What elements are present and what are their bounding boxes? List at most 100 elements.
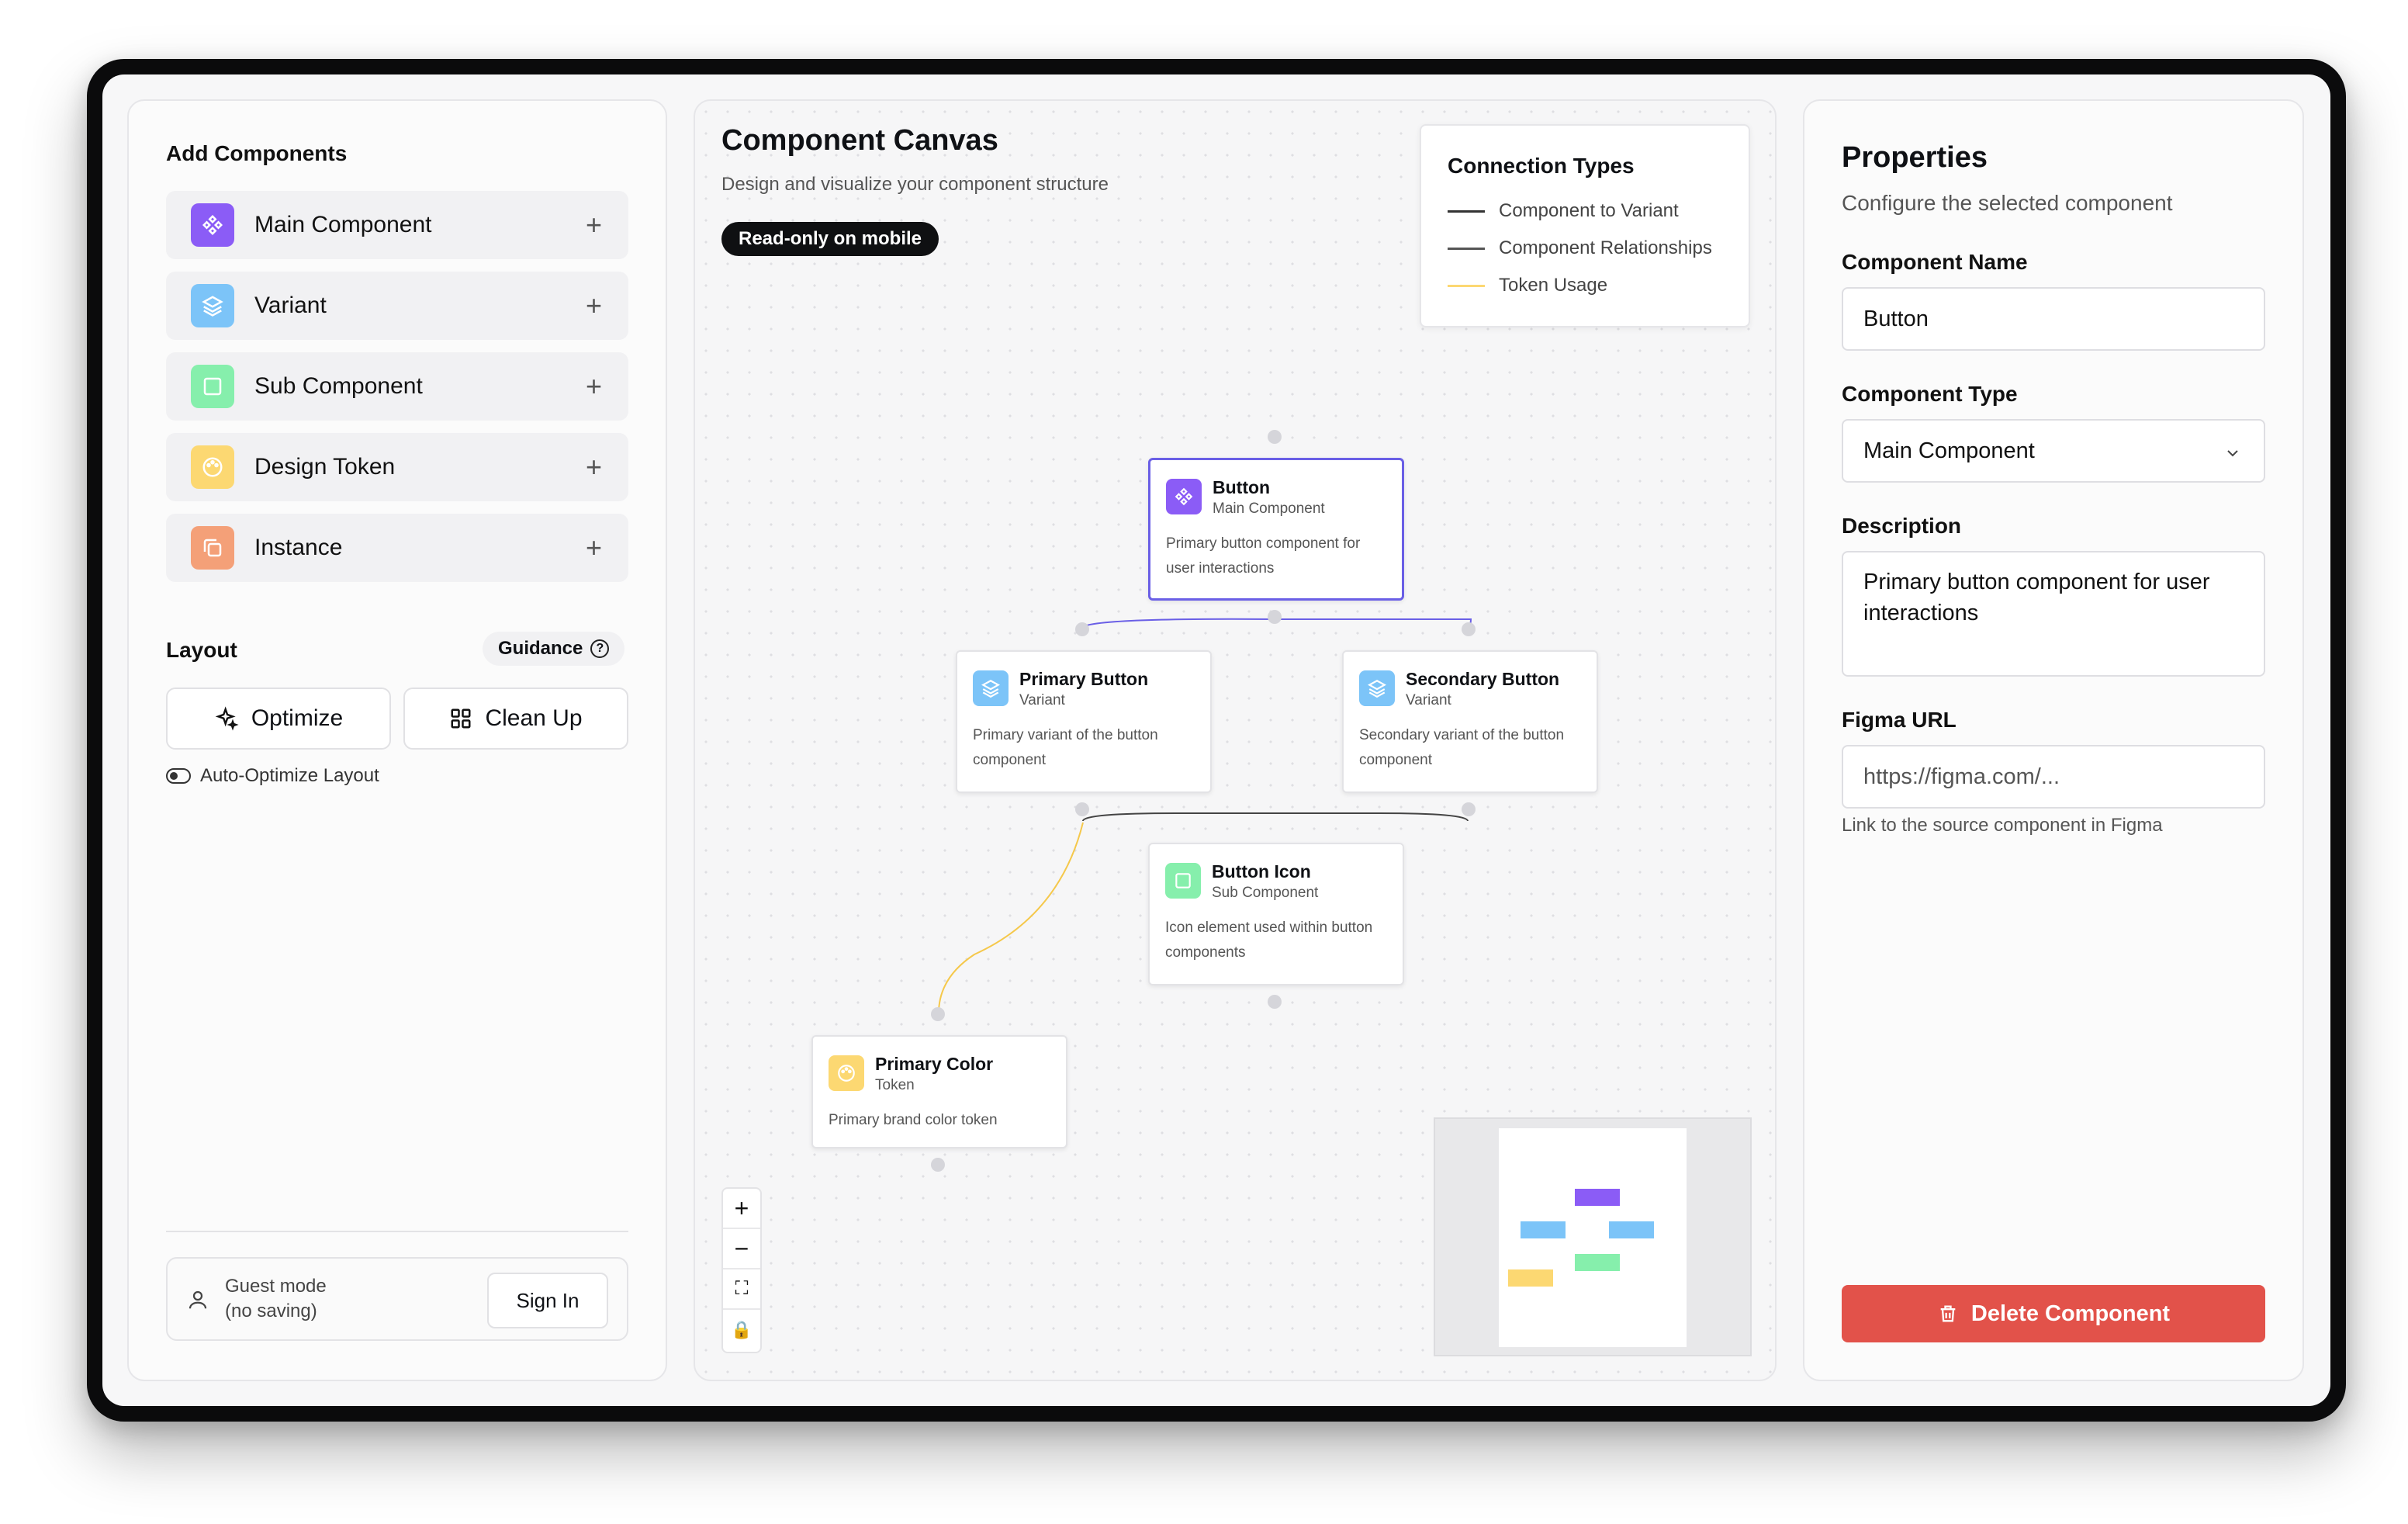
node-button[interactable]: Button Main Component Primary button com… — [1148, 458, 1404, 601]
figma-url-input[interactable]: https://figma.com/... — [1842, 745, 2265, 809]
component-label: Instance — [254, 535, 343, 560]
node-description: Primary button component for user intera… — [1166, 535, 1361, 577]
node-type: Main Component — [1213, 500, 1325, 517]
auto-optimize-toggle[interactable]: Auto-Optimize Layout — [166, 765, 379, 787]
node-description: Secondary variant of the button componen… — [1359, 727, 1565, 768]
node-type: Variant — [1406, 692, 1451, 708]
component-type-select[interactable]: Main Component — [1842, 419, 2265, 483]
node-description: Primary variant of the button component — [973, 727, 1158, 768]
node-port[interactable] — [931, 1158, 945, 1172]
description-textarea[interactable]: Primary button component for user intera… — [1842, 551, 2265, 677]
divider — [166, 1231, 628, 1232]
components-panel: Add Components Main Component + Variant … — [127, 99, 667, 1381]
minimap[interactable] — [1434, 1117, 1752, 1356]
lock-button[interactable]: 🔒 — [723, 1310, 760, 1350]
node-port[interactable] — [1462, 622, 1476, 636]
node-port[interactable] — [1075, 622, 1089, 636]
app-screen: Add Components Main Component + Variant … — [102, 74, 2330, 1406]
palette-icon — [191, 445, 234, 489]
add-main-component-button[interactable]: Main Component + — [166, 191, 628, 259]
component-label: Variant — [254, 293, 327, 318]
square-icon — [1165, 863, 1201, 899]
properties-subtitle: Configure the selected component — [1842, 191, 2173, 215]
plus-icon: + — [585, 209, 602, 241]
component-label: Design Token — [254, 454, 396, 480]
guest-mode-line2: (no saving) — [225, 1301, 317, 1321]
node-primary-button[interactable]: Primary Button Variant Primary variant o… — [956, 650, 1212, 793]
trash-icon — [1940, 1305, 1956, 1322]
component-label: Main Component — [254, 212, 432, 237]
node-type: Variant — [1019, 692, 1065, 708]
help-circle-icon: ? — [590, 639, 610, 658]
clean-up-label: Clean Up — [485, 705, 583, 731]
node-button-icon[interactable]: Button Icon Sub Component Icon element u… — [1148, 843, 1404, 985]
minimap-viewport — [1499, 1128, 1687, 1347]
component-icon — [191, 203, 234, 247]
guest-mode-text: Guest mode (no saving) — [225, 1274, 327, 1324]
edge-token-usage — [938, 822, 1084, 1014]
node-port[interactable] — [1268, 610, 1282, 624]
properties-panel: Properties Configure the selected compon… — [1803, 99, 2304, 1381]
node-primary-color[interactable]: Primary Color Token Primary brand color … — [811, 1035, 1067, 1148]
node-description: Primary brand color token — [829, 1112, 998, 1128]
sign-in-button[interactable]: Sign In — [487, 1273, 608, 1328]
layout-title: Layout — [166, 638, 237, 662]
node-port[interactable] — [931, 1007, 945, 1021]
node-port[interactable] — [1462, 802, 1476, 816]
node-title: Button — [1213, 477, 1271, 497]
node-title: Primary Color — [875, 1054, 994, 1074]
layers-icon — [973, 670, 1009, 706]
layers-icon — [1359, 670, 1395, 706]
node-port[interactable] — [1268, 430, 1282, 444]
component-icon — [1166, 479, 1202, 514]
delete-component-label: Delete Component — [1970, 1301, 2171, 1326]
optimize-button[interactable]: Optimize — [166, 688, 391, 750]
chevron-down-icon — [2227, 450, 2238, 457]
node-description: Icon element used within button componen… — [1165, 920, 1373, 961]
add-sub-component-button[interactable]: Sub Component + — [166, 352, 628, 421]
layers-icon — [191, 284, 234, 327]
node-type: Sub Component — [1212, 885, 1319, 901]
zoom-out-button[interactable]: − — [723, 1229, 760, 1269]
clean-up-button[interactable]: Clean Up — [403, 688, 628, 750]
fit-view-button[interactable]: ⛶ — [723, 1269, 760, 1310]
sparkles-icon — [215, 706, 239, 731]
copy-icon — [191, 526, 234, 570]
guidance-label: Guidance — [498, 638, 583, 659]
component-name-input[interactable]: Button — [1842, 287, 2265, 351]
description-label: Description — [1842, 514, 1962, 538]
delete-component-button[interactable]: Delete Component — [1842, 1285, 2265, 1342]
zoom-controls: + − ⛶ 🔒 — [721, 1187, 762, 1353]
node-title: Secondary Button — [1406, 669, 1560, 689]
node-port[interactable] — [1075, 802, 1089, 816]
add-instance-button[interactable]: Instance + — [166, 514, 628, 582]
minimap-node — [1508, 1269, 1553, 1287]
plus-icon: + — [585, 451, 602, 483]
optimize-label: Optimize — [251, 705, 344, 731]
node-type: Token — [875, 1077, 915, 1093]
plus-icon: + — [585, 289, 602, 321]
guidance-button[interactable]: Guidance ? — [483, 632, 625, 666]
node-secondary-button[interactable]: Secondary Button Variant Secondary varia… — [1342, 650, 1598, 793]
node-title: Button Icon — [1212, 861, 1311, 881]
minimap-node — [1575, 1254, 1620, 1271]
add-design-token-button[interactable]: Design Token + — [166, 433, 628, 501]
plus-icon: + — [585, 532, 602, 563]
node-port[interactable] — [1268, 995, 1282, 1009]
plus-icon: + — [585, 370, 602, 402]
guest-mode-line1: Guest mode — [225, 1276, 327, 1297]
grid-icon — [451, 708, 471, 729]
add-variant-button[interactable]: Variant + — [166, 272, 628, 340]
properties-title: Properties — [1842, 141, 1988, 174]
zoom-in-button[interactable]: + — [723, 1189, 760, 1229]
component-canvas[interactable]: Component Canvas Design and visualize yo… — [694, 99, 1777, 1381]
edge-component-relationship — [1082, 812, 1469, 822]
guest-mode-card: Guest mode (no saving) Sign In — [166, 1257, 628, 1341]
node-title: Primary Button — [1019, 669, 1149, 689]
component-type-value: Main Component — [1863, 438, 2035, 463]
add-components-title: Add Components — [166, 141, 348, 165]
figma-url-hint: Link to the source component in Figma — [1842, 815, 2163, 836]
component-type-label: Component Type — [1842, 382, 2018, 406]
palette-icon — [829, 1055, 864, 1091]
component-name-label: Component Name — [1842, 250, 2028, 274]
